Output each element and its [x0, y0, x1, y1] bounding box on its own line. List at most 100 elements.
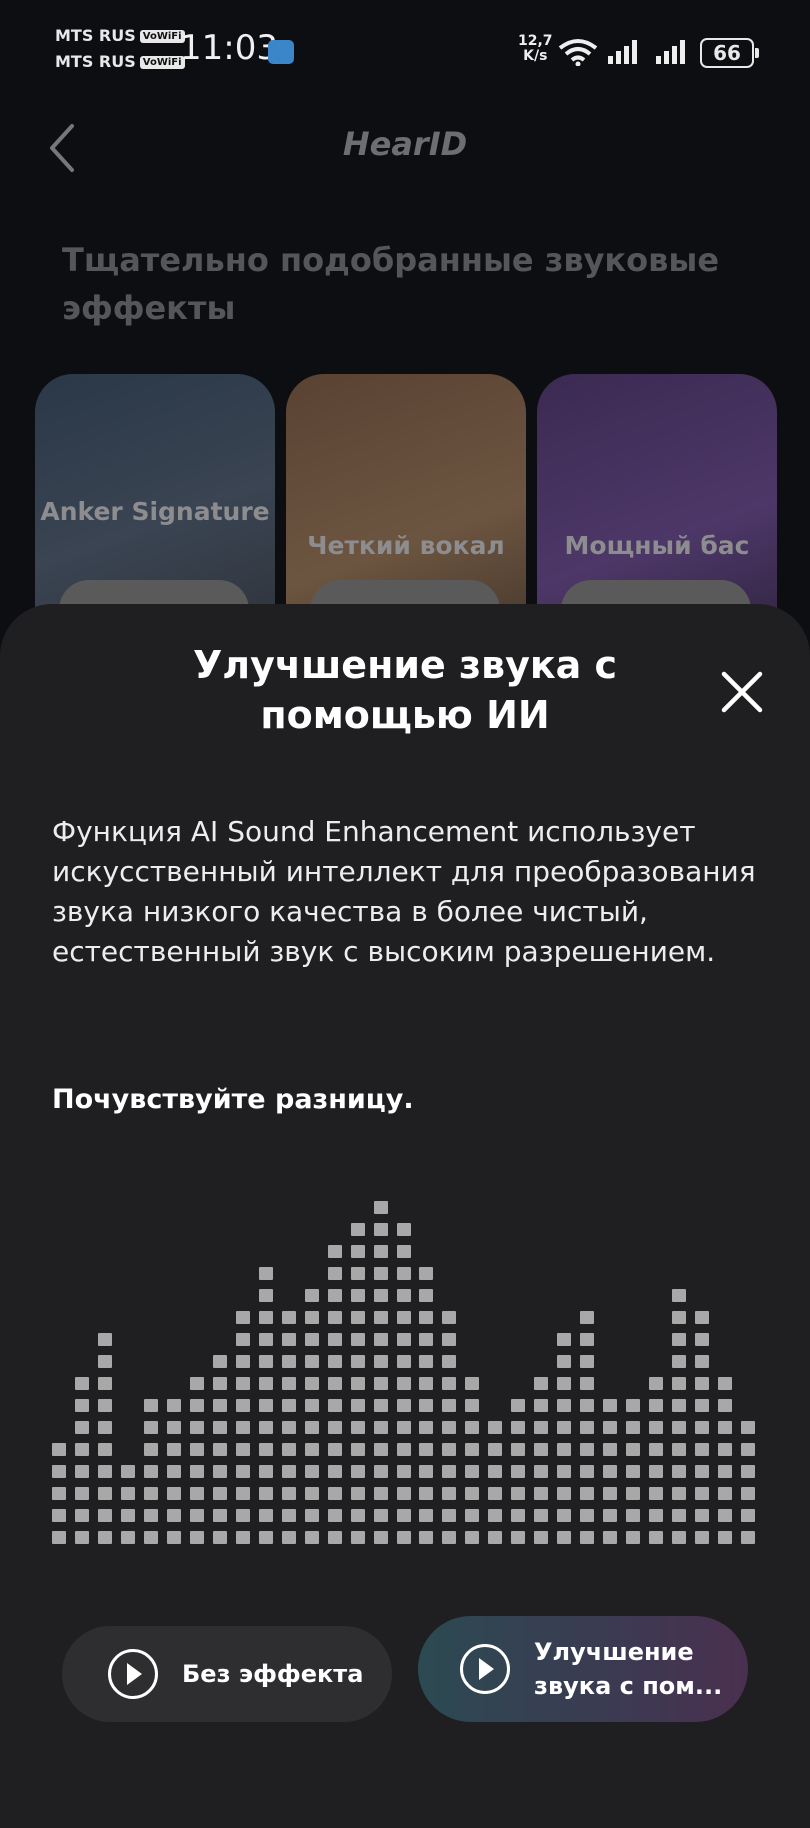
equalizer-block	[374, 1487, 388, 1500]
equalizer-block	[98, 1487, 112, 1500]
equalizer-block	[351, 1509, 365, 1522]
equalizer-block	[511, 1399, 525, 1412]
equalizer-block	[98, 1465, 112, 1478]
carrier-1: MTS RUS VoWiFi	[55, 26, 185, 45]
signal-2-icon	[656, 40, 685, 64]
vowifi-badge-2: VoWiFi	[139, 56, 185, 69]
equalizer-block	[603, 1531, 617, 1544]
equalizer-block	[282, 1465, 296, 1478]
equalizer-block	[718, 1531, 732, 1544]
equalizer-block	[121, 1531, 135, 1544]
equalizer-block	[374, 1377, 388, 1390]
equalizer-block	[465, 1399, 479, 1412]
equalizer-block	[213, 1377, 227, 1390]
equalizer-bar	[626, 1390, 640, 1544]
equalizer-block	[167, 1465, 181, 1478]
equalizer-block	[603, 1509, 617, 1522]
equalizer-block	[695, 1443, 709, 1456]
equalizer-block	[374, 1289, 388, 1302]
equalizer-block	[213, 1465, 227, 1478]
equalizer-block	[534, 1465, 548, 1478]
equalizer-block	[511, 1443, 525, 1456]
equalizer-block	[75, 1377, 89, 1390]
no-effect-label: Без эффекта	[182, 1660, 364, 1688]
status-clock: 11:03	[180, 28, 278, 68]
equalizer-block	[328, 1487, 342, 1500]
equalizer-block	[52, 1509, 66, 1522]
equalizer-block	[580, 1531, 594, 1544]
equalizer-block	[213, 1421, 227, 1434]
equalizer-block	[374, 1311, 388, 1324]
equalizer-block	[259, 1465, 273, 1478]
equalizer-block	[282, 1487, 296, 1500]
equalizer-block	[328, 1443, 342, 1456]
equalizer-block	[397, 1311, 411, 1324]
close-icon[interactable]	[718, 668, 766, 716]
equalizer-block	[741, 1465, 755, 1478]
equalizer-block	[213, 1531, 227, 1544]
enhanced-sound-button[interactable]: Улучшение звука с пом...	[418, 1616, 748, 1722]
equalizer-block	[626, 1421, 640, 1434]
equalizer-block	[442, 1509, 456, 1522]
equalizer-block	[259, 1355, 273, 1368]
equalizer-bar	[649, 1368, 663, 1544]
equalizer-block	[465, 1443, 479, 1456]
equalizer-block	[190, 1377, 204, 1390]
equalizer-block	[167, 1509, 181, 1522]
equalizer-block	[626, 1509, 640, 1522]
equalizer-block	[695, 1333, 709, 1346]
equalizer-block	[236, 1333, 250, 1346]
equalizer-block	[649, 1421, 663, 1434]
equalizer-block	[649, 1487, 663, 1500]
equalizer-block	[98, 1509, 112, 1522]
equalizer-block	[328, 1333, 342, 1346]
equalizer-block	[649, 1443, 663, 1456]
equalizer-block	[419, 1443, 433, 1456]
equalizer-block	[374, 1355, 388, 1368]
equalizer-block	[626, 1531, 640, 1544]
equalizer-block	[534, 1531, 548, 1544]
equalizer-block	[534, 1399, 548, 1412]
equalizer-block	[259, 1421, 273, 1434]
equalizer-block	[718, 1509, 732, 1522]
equalizer-block	[144, 1443, 158, 1456]
equalizer-block	[351, 1443, 365, 1456]
equalizer-block	[98, 1443, 112, 1456]
equalizer-block	[259, 1377, 273, 1390]
carrier-1-label: MTS RUS	[55, 26, 136, 45]
equalizer-block	[626, 1443, 640, 1456]
page-title: HearID	[342, 125, 468, 163]
equalizer-block	[75, 1465, 89, 1478]
equalizer-block	[488, 1531, 502, 1544]
equalizer-block	[305, 1333, 319, 1346]
equalizer-block	[259, 1267, 273, 1280]
equalizer-block	[374, 1245, 388, 1258]
equalizer-block	[213, 1443, 227, 1456]
equalizer-block	[442, 1355, 456, 1368]
equalizer-block	[419, 1531, 433, 1544]
equalizer-block	[672, 1399, 686, 1412]
equalizer-block	[259, 1399, 273, 1412]
equalizer-block	[328, 1245, 342, 1258]
card-label: Anker Signature	[40, 497, 270, 526]
equalizer-bar	[328, 1236, 342, 1544]
equalizer-block	[75, 1509, 89, 1522]
equalizer-block	[98, 1355, 112, 1368]
equalizer-block	[144, 1465, 158, 1478]
enhanced-label: Улучшение звука с пом...	[534, 1638, 723, 1700]
equalizer-bar	[75, 1368, 89, 1544]
equalizer-block	[190, 1443, 204, 1456]
equalizer-block	[98, 1421, 112, 1434]
sheet-description: Функция AI Sound Enhancement использует …	[52, 815, 756, 968]
equalizer-block	[649, 1399, 663, 1412]
equalizer-block	[741, 1421, 755, 1434]
equalizer-block	[419, 1377, 433, 1390]
equalizer-bar	[144, 1390, 158, 1544]
no-effect-button[interactable]: Без эффекта	[62, 1626, 392, 1722]
equalizer-block	[442, 1399, 456, 1412]
equalizer-block	[580, 1443, 594, 1456]
equalizer-block	[557, 1531, 571, 1544]
equalizer-block	[580, 1465, 594, 1478]
equalizer-bar	[167, 1390, 181, 1544]
equalizer-block	[75, 1443, 89, 1456]
